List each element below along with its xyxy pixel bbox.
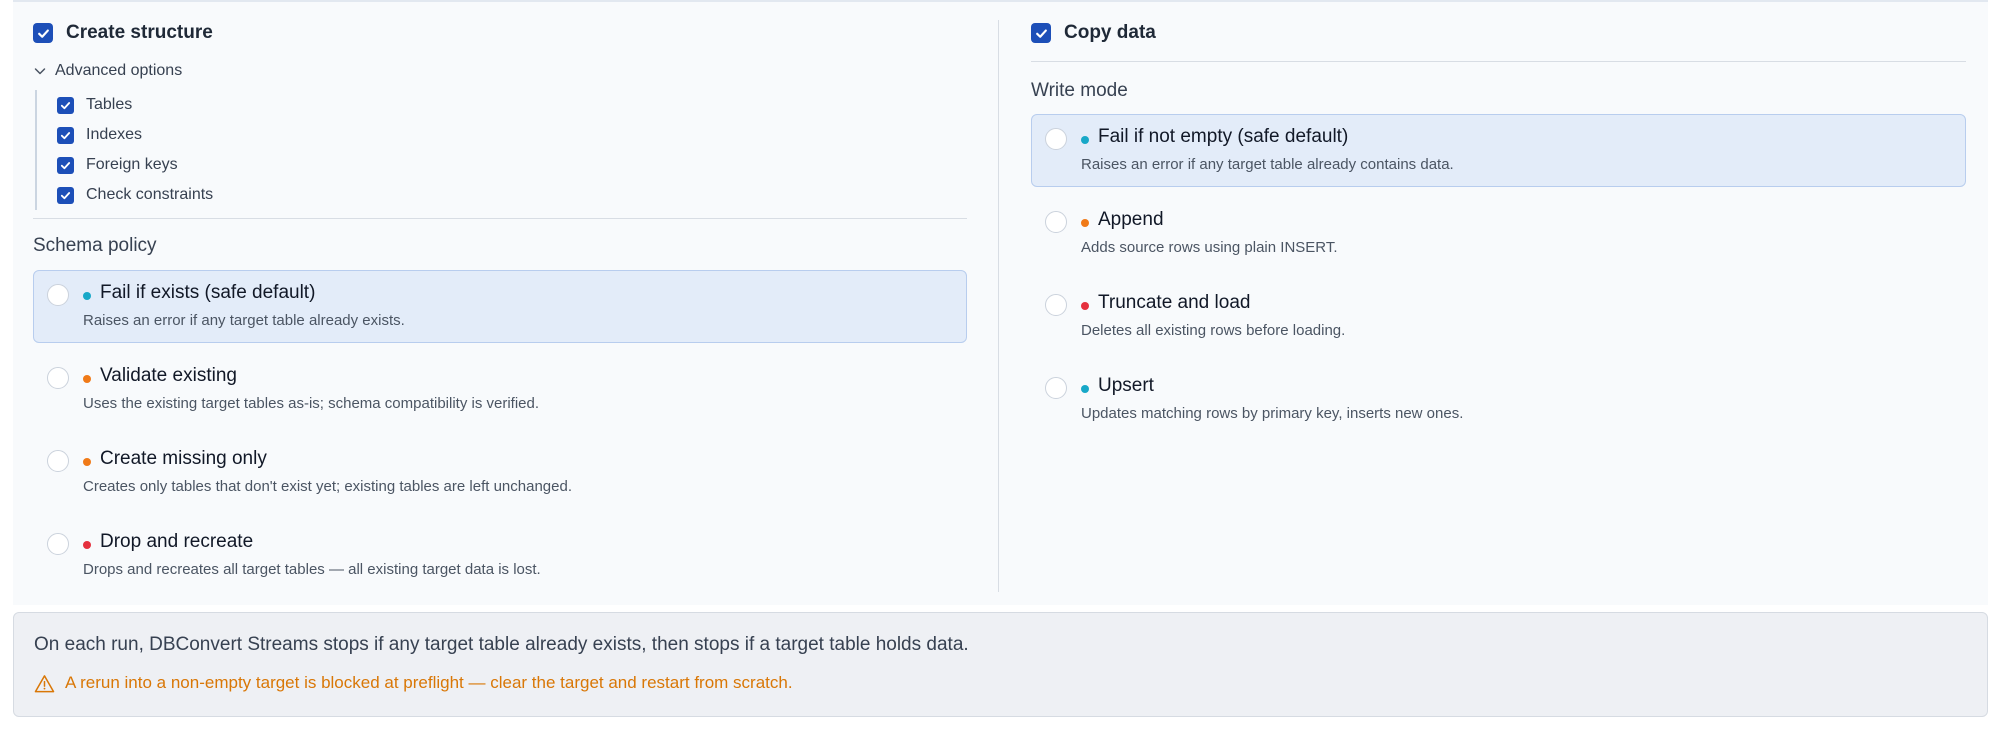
check-constraints-label: Check constraints	[86, 186, 214, 203]
foreign-keys-label: Foreign keys	[86, 156, 178, 173]
run-summary-box: On each run, DBConvert Streams stops if …	[13, 612, 1988, 717]
write-mode-radio[interactable]	[1045, 294, 1067, 316]
write-option-truncate-load[interactable]: Truncate and load Deletes all existing r…	[1031, 280, 1966, 353]
risk-dot	[1081, 136, 1089, 144]
settings-panel: Create structure Advanced options Tables…	[13, 0, 1988, 605]
check-icon	[60, 101, 71, 109]
write-option-desc: Updates matching rows by primary key, in…	[1081, 405, 1464, 422]
write-mode-title: Write mode	[1031, 80, 1128, 101]
write-option-desc: Raises an error if any target table alre…	[1081, 156, 1454, 173]
risk-dot	[1081, 385, 1089, 393]
copy-data-label: Copy data	[1064, 22, 1156, 43]
write-option-title: Fail if not empty (safe default)	[1098, 126, 1349, 147]
risk-dot	[1081, 219, 1089, 227]
tables-checkbox[interactable]	[57, 96, 74, 114]
column-divider	[998, 20, 999, 592]
risk-dot	[83, 458, 91, 466]
policy-option-desc: Creates only tables that don't exist yet…	[83, 478, 572, 495]
policy-option-title: Fail if exists (safe default)	[100, 282, 316, 303]
section-divider	[33, 218, 967, 219]
policy-option-fail-if-exists[interactable]: Fail if exists (safe default) Raises an …	[33, 270, 967, 343]
risk-dot	[1081, 302, 1089, 310]
check-icon	[60, 161, 71, 169]
option-tables[interactable]: Tables	[57, 90, 213, 120]
advanced-options-list: Tables Indexes Foreign keys Check constr…	[35, 90, 213, 210]
schema-policy-title: Schema policy	[33, 235, 157, 256]
write-option-desc: Adds source rows using plain INSERT.	[1081, 239, 1338, 256]
run-summary-text: On each run, DBConvert Streams stops if …	[34, 634, 969, 655]
write-option-title: Upsert	[1098, 375, 1154, 396]
policy-option-desc: Uses the existing target tables as-is; s…	[83, 395, 540, 412]
check-icon	[37, 28, 49, 38]
check-constraints-checkbox[interactable]	[57, 186, 74, 204]
policy-option-title: Validate existing	[100, 365, 237, 386]
write-option-desc: Deletes all existing rows before loading…	[1081, 322, 1346, 339]
policy-radio[interactable]	[47, 284, 69, 306]
policy-option-desc: Raises an error if any target table alre…	[83, 312, 405, 329]
risk-dot	[83, 375, 91, 383]
option-check-constraints[interactable]: Check constraints	[57, 180, 213, 210]
advanced-options-toggle[interactable]: Advanced options	[33, 62, 182, 80]
write-option-title: Append	[1098, 209, 1164, 230]
check-icon	[60, 131, 71, 139]
create-structure-toggle[interactable]: Create structure	[33, 22, 213, 44]
policy-radio[interactable]	[47, 450, 69, 472]
policy-option-drop-recreate[interactable]: Drop and recreate Drops and recreates al…	[33, 519, 967, 592]
option-foreign-keys[interactable]: Foreign keys	[57, 150, 213, 180]
policy-radio[interactable]	[47, 367, 69, 389]
warning-triangle-icon	[34, 674, 55, 692]
preflight-warning-text: A rerun into a non-empty target is block…	[65, 673, 793, 692]
preflight-warning: A rerun into a non-empty target is block…	[34, 673, 793, 693]
section-divider	[1031, 61, 1966, 62]
policy-option-validate-existing[interactable]: Validate existing Uses the existing targ…	[33, 353, 967, 426]
policy-option-title: Drop and recreate	[100, 531, 254, 552]
indexes-label: Indexes	[86, 126, 143, 143]
risk-dot	[83, 541, 91, 549]
policy-option-create-missing[interactable]: Create missing only Creates only tables …	[33, 436, 967, 509]
write-option-upsert[interactable]: Upsert Updates matching rows by primary …	[1031, 363, 1966, 436]
write-option-fail-if-not-empty[interactable]: Fail if not empty (safe default) Raises …	[1031, 114, 1966, 187]
write-option-append[interactable]: Append Adds source rows using plain INSE…	[1031, 197, 1966, 270]
copy-data-checkbox[interactable]	[1031, 23, 1051, 43]
policy-radio[interactable]	[47, 533, 69, 555]
write-mode-radio[interactable]	[1045, 211, 1067, 233]
write-mode-radio[interactable]	[1045, 128, 1067, 150]
create-structure-label: Create structure	[66, 22, 213, 43]
policy-option-title: Create missing only	[100, 448, 267, 469]
tables-label: Tables	[86, 96, 133, 113]
foreign-keys-checkbox[interactable]	[57, 156, 74, 174]
write-mode-radio[interactable]	[1045, 377, 1067, 399]
advanced-options-label: Advanced options	[55, 62, 183, 79]
write-option-title: Truncate and load	[1098, 292, 1251, 313]
check-icon	[1035, 28, 1047, 38]
chevron-down-icon	[34, 68, 46, 75]
risk-dot	[83, 292, 91, 300]
policy-option-desc: Drops and recreates all target tables — …	[83, 561, 541, 578]
indexes-checkbox[interactable]	[57, 126, 74, 144]
copy-data-toggle[interactable]: Copy data	[1031, 22, 1156, 44]
option-indexes[interactable]: Indexes	[57, 120, 213, 150]
check-icon	[60, 191, 71, 199]
create-structure-checkbox[interactable]	[33, 23, 53, 43]
